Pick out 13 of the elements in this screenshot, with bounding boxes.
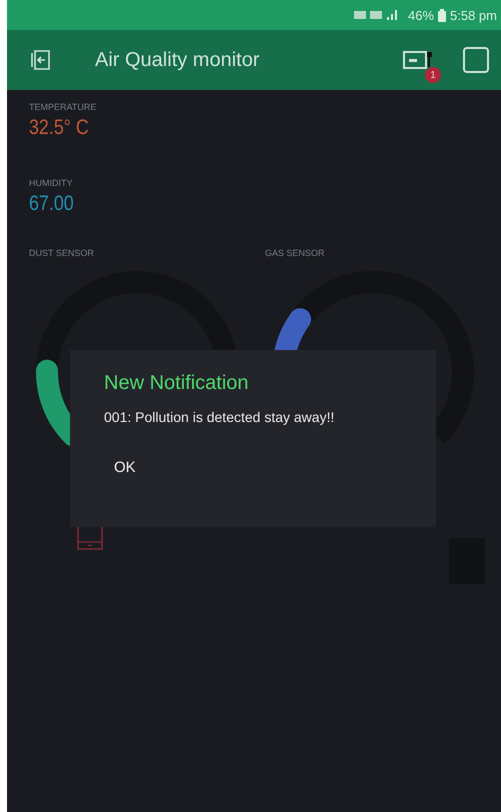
value-display: 32.5° C: [29, 116, 90, 140]
dialog-message: 001: Pollution is detected stay away!!: [104, 409, 334, 425]
value-label: HUMIDITY: [29, 178, 74, 188]
clock-time: 5:58 pm: [450, 8, 497, 22]
gauge-label: GAS SENSOR: [265, 248, 326, 258]
gauge-label: DUST SENSOR: [29, 248, 95, 258]
ok-button[interactable]: OK: [104, 455, 146, 480]
dialog-title: New Notification: [104, 372, 249, 395]
notification-badge: 1: [425, 67, 441, 83]
value-label: TEMPERATURE: [29, 102, 98, 112]
battery-percent: 46%: [408, 8, 434, 22]
value-display: 67.00: [29, 192, 75, 216]
app-title: Air Quality monitor: [95, 48, 260, 72]
